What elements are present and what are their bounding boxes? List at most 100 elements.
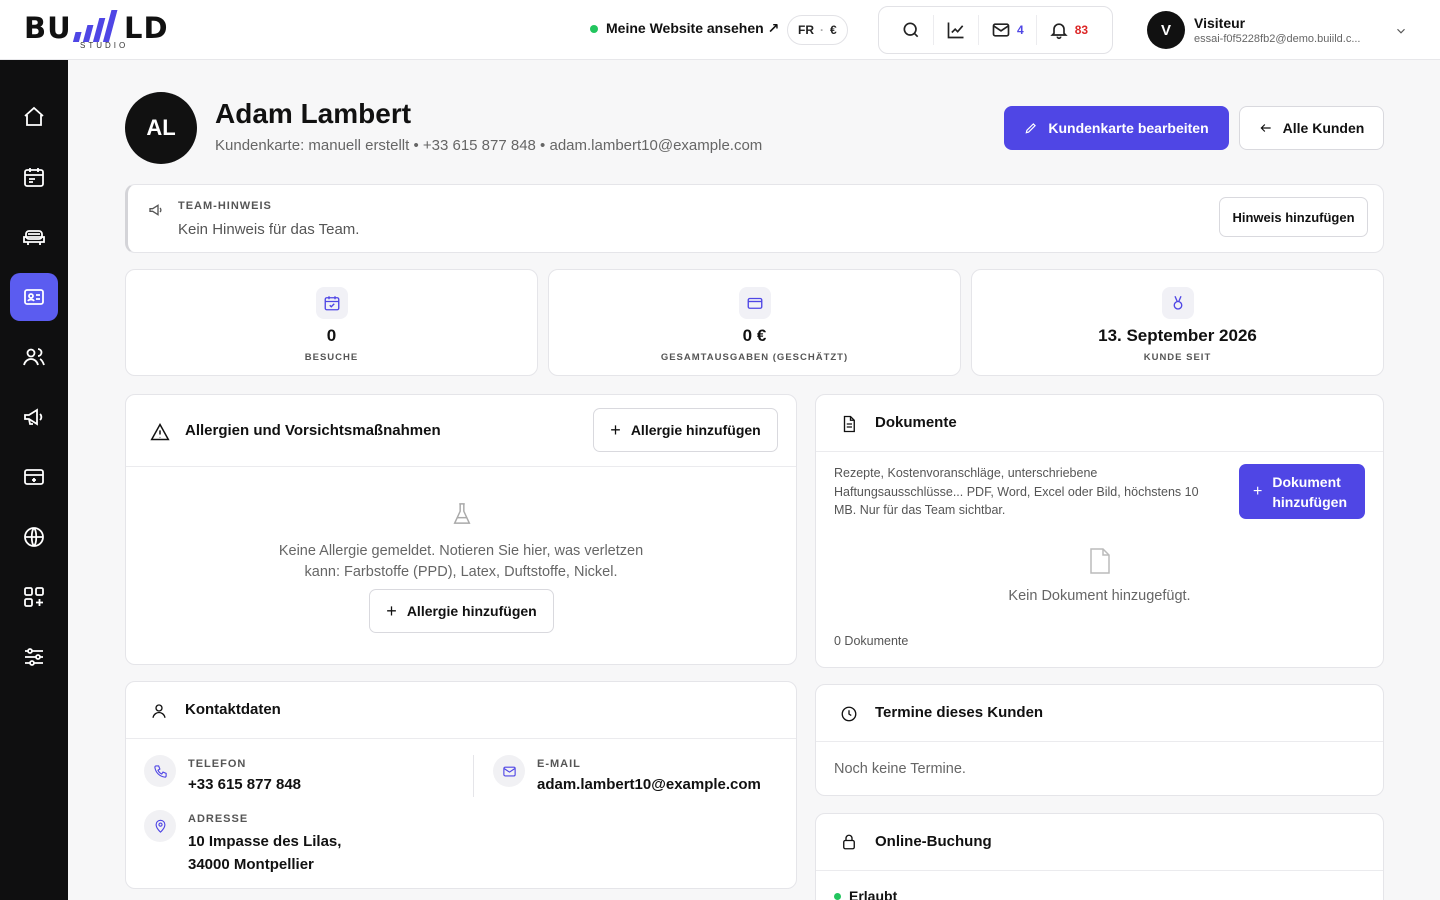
globe-icon bbox=[24, 527, 44, 547]
stat-label: KUNDE SEIT bbox=[1143, 352, 1212, 363]
sidebar bbox=[0, 60, 68, 900]
sidebar-item-marketing[interactable] bbox=[10, 393, 58, 441]
user-avatar: V bbox=[1147, 11, 1185, 49]
home-icon bbox=[24, 106, 44, 126]
pencil-icon bbox=[1025, 123, 1037, 134]
add-allergy-empty-button[interactable]: + Allergie hinzufügen bbox=[369, 589, 554, 633]
address-line-2: 34000 Montpellier bbox=[188, 856, 314, 873]
phone-label: TELEFON bbox=[188, 758, 247, 770]
user-name: Visiteur bbox=[1194, 15, 1246, 31]
calendar-icon bbox=[24, 168, 44, 187]
logo[interactable]: BU LD STUDIO bbox=[24, 8, 184, 54]
add-document-label-line-1: Dokument bbox=[1272, 473, 1341, 490]
sidebar-item-checkout[interactable] bbox=[10, 453, 58, 501]
map-pin-icon bbox=[155, 819, 165, 833]
stat-visits: 0 BESUCHE bbox=[125, 269, 538, 376]
address-label: ADRESSE bbox=[188, 813, 249, 825]
sidebar-item-customer-card[interactable] bbox=[10, 273, 58, 321]
sidebar-item-settings[interactable] bbox=[10, 633, 58, 681]
documents-desc-line-3: MB. Nur für das Team sichtbar. bbox=[834, 503, 1006, 517]
contact-card: Kontaktdaten TELEFON +33 615 877 848 E-M… bbox=[125, 681, 797, 889]
sidebar-item-home[interactable] bbox=[10, 93, 58, 141]
notification-count: 83 bbox=[1074, 23, 1089, 37]
appointments-empty-text: Noch keine Termine. bbox=[834, 761, 966, 777]
add-allergy-empty-label: Allergie hinzufügen bbox=[406, 603, 537, 619]
search-button[interactable] bbox=[889, 15, 934, 45]
documents-empty-text: Kein Dokument hinzugefügt. bbox=[1008, 588, 1191, 604]
notifications-button[interactable]: 83 bbox=[1037, 15, 1100, 45]
user-email: essai-f0f5228fb2@demo.buiild.c... bbox=[1194, 33, 1361, 45]
sidebar-item-customers[interactable] bbox=[10, 333, 58, 381]
megaphone-icon bbox=[149, 204, 162, 216]
view-website-label: Meine Website ansehen ↗ bbox=[606, 20, 780, 36]
address-value: 10 Impasse des Lilas, 34000 Montpellier bbox=[188, 830, 341, 876]
edit-customer-card-label: Kundenkarte bearbeiten bbox=[1048, 120, 1209, 136]
mail-icon bbox=[502, 766, 516, 776]
view-website-link[interactable]: Meine Website ansehen ↗ bbox=[590, 20, 779, 37]
user-icon bbox=[152, 704, 166, 718]
document-icon bbox=[843, 415, 855, 433]
mail-icon bbox=[992, 23, 1010, 37]
sidebar-item-calendar[interactable] bbox=[10, 153, 58, 201]
documents-count: 0 Dokumente bbox=[834, 634, 909, 648]
stat-icon-box bbox=[1161, 287, 1194, 319]
phone-value[interactable]: +33 615 877 848 bbox=[188, 776, 301, 793]
chevron-down-icon[interactable] bbox=[1394, 24, 1408, 38]
status-dot bbox=[834, 892, 841, 900]
sliders-icon bbox=[25, 648, 43, 666]
sidebar-item-apps[interactable] bbox=[10, 573, 58, 621]
messages-button[interactable]: 4 bbox=[979, 15, 1037, 45]
online-booking-title: Online-Buchung bbox=[875, 833, 992, 850]
contact-header: Kontaktdaten bbox=[126, 682, 796, 739]
allergies-header: Allergien und Vorsichtsmaßnahmen + Aller… bbox=[126, 395, 796, 467]
email-icon-circle bbox=[493, 755, 525, 787]
user-info: Visiteur essai-f0f5228fb2@demo.buiild.c.… bbox=[1194, 15, 1389, 45]
separator-dot: · bbox=[820, 23, 824, 37]
sidebar-item-services[interactable] bbox=[10, 213, 58, 261]
toolbar-icon-group: 4 83 bbox=[878, 6, 1113, 54]
stat-icon-box bbox=[315, 287, 348, 319]
all-customers-button[interactable]: Alle Kunden bbox=[1239, 106, 1384, 150]
address-icon-circle bbox=[144, 810, 176, 842]
page-title: Adam Lambert bbox=[215, 98, 412, 129]
clock-icon bbox=[841, 706, 857, 722]
add-document-button[interactable]: + Dokument hinzufügen bbox=[1239, 464, 1365, 519]
email-value[interactable]: adam.lambert10@example.com bbox=[537, 776, 761, 793]
user-menu[interactable]: V Visiteur essai-f0f5228fb2@demo.buiild.… bbox=[1147, 11, 1389, 49]
lock-icon bbox=[843, 834, 855, 850]
documents-desc-line-2: Haftungsausschlüsse... PDF, Word, Excel … bbox=[834, 484, 1199, 499]
team-note-text: Kein Hinweis für das Team. bbox=[178, 221, 360, 238]
mail-count: 4 bbox=[1017, 23, 1024, 37]
add-document-label: Dokument hinzufügen bbox=[1272, 472, 1347, 512]
online-dot bbox=[590, 24, 598, 33]
appointments-title: Termine dieses Kunden bbox=[875, 704, 1044, 721]
allergies-card: Allergien und Vorsichtsmaßnahmen + Aller… bbox=[125, 394, 797, 665]
svg-text:BU: BU bbox=[24, 11, 72, 45]
stat-value: 0 € bbox=[742, 326, 767, 345]
warning-icon bbox=[150, 422, 170, 441]
add-note-button[interactable]: Hinweis hinzufügen bbox=[1219, 197, 1368, 237]
sidebar-item-website[interactable] bbox=[10, 513, 58, 561]
stat-icon-box bbox=[738, 287, 771, 319]
id-card-icon bbox=[24, 289, 44, 305]
stat-customer-since: 13. September 2026 KUNDE SEIT bbox=[971, 269, 1384, 376]
plus-icon: + bbox=[386, 600, 397, 621]
team-note-card: TEAM-HINWEIS Kein Hinweis für das Team. … bbox=[125, 184, 1384, 253]
add-document-label-line-2: hinzufügen bbox=[1272, 493, 1347, 510]
calendar-icon bbox=[324, 296, 339, 311]
stats-button[interactable] bbox=[934, 15, 979, 45]
phone-icon bbox=[153, 764, 167, 778]
users-icon bbox=[23, 348, 45, 366]
documents-description: Rezepte, Kostenvoranschläge, unterschrie… bbox=[834, 464, 1229, 520]
edit-customer-card-button[interactable]: Kundenkarte bearbeiten bbox=[1004, 106, 1229, 150]
search-icon bbox=[903, 22, 919, 38]
documents-desc-line-1: Rezepte, Kostenvoranschläge, unterschrie… bbox=[834, 466, 1098, 480]
add-allergy-button[interactable]: + Allergie hinzufügen bbox=[593, 408, 778, 452]
armchair-icon bbox=[23, 230, 45, 245]
online-booking-status: Erlaubt bbox=[834, 888, 897, 900]
all-customers-label: Alle Kunden bbox=[1282, 120, 1365, 136]
bell-icon bbox=[1050, 23, 1068, 40]
language-currency-selector[interactable]: FR · € bbox=[787, 15, 848, 45]
add-allergy-label: Allergie hinzufügen bbox=[630, 422, 761, 438]
arrow-left-icon bbox=[1260, 124, 1271, 132]
